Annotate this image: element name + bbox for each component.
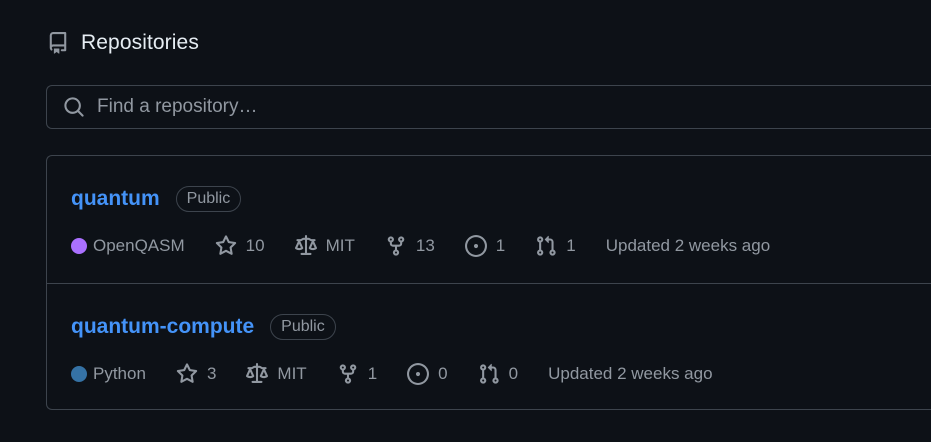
star-count: 10 — [245, 236, 265, 255]
repo-search-input[interactable] — [97, 96, 931, 118]
pull-request-count: 0 — [508, 364, 519, 383]
issue-icon — [407, 363, 430, 385]
updated-time: Updated 2 weeks ago — [548, 364, 713, 383]
fork-icon — [339, 364, 356, 384]
repo-stars[interactable]: 3 — [176, 363, 216, 385]
repo-name-link[interactable]: quantum-compute — [71, 315, 254, 339]
issue-icon — [464, 235, 487, 257]
license-label: MIT — [277, 364, 307, 383]
fork-count: 13 — [415, 236, 435, 255]
repo-meta: OpenQASM 10 MIT 13 1 1 Updated 2 weeks a… — [71, 234, 770, 258]
star-count: 3 — [206, 364, 217, 383]
license-label: MIT — [325, 236, 355, 255]
search-icon — [64, 97, 84, 117]
repo-search-box[interactable] — [46, 85, 931, 129]
language-color-dot — [71, 238, 87, 254]
repo-icon — [49, 32, 67, 54]
repositories-page: Repositories quantum Public OpenQASM 10 — [0, 0, 931, 442]
repo-forks[interactable]: 13 — [385, 235, 435, 257]
page-title: Repositories — [81, 31, 199, 54]
pull-request-count: 1 — [566, 236, 576, 255]
repo-item: quantum Public OpenQASM 10 MIT 13 1 1 Up… — [47, 156, 931, 283]
pull-request-icon — [537, 235, 556, 256]
issue-count: 0 — [438, 364, 448, 383]
repo-list: quantum Public OpenQASM 10 MIT 13 1 1 Up… — [46, 155, 931, 410]
language-label: Python — [93, 364, 146, 383]
law-icon — [246, 363, 269, 383]
repo-pull-requests[interactable]: 1 — [535, 235, 576, 257]
repo-meta: Python 3 MIT 1 0 0 Updated 2 weeks ago — [71, 362, 713, 386]
language-color-dot — [71, 366, 87, 382]
repo-title-row: quantum Public — [71, 186, 242, 212]
repo-license: MIT — [246, 363, 307, 385]
visibility-badge: Public — [270, 314, 336, 340]
language-label: OpenQASM — [93, 236, 185, 255]
star-icon — [215, 235, 236, 255]
repo-issues[interactable]: 0 — [407, 363, 448, 385]
repo-title-row: quantum-compute Public — [71, 314, 336, 340]
repo-name-link[interactable]: quantum — [71, 187, 160, 211]
issue-count: 1 — [495, 236, 506, 255]
repo-item: quantum-compute Public Python 3 MIT 1 0 … — [47, 283, 931, 410]
repositories-header: Repositories — [47, 31, 199, 55]
updated-time: Updated 2 weeks ago — [605, 236, 771, 255]
visibility-badge: Public — [175, 186, 242, 212]
law-icon — [294, 235, 317, 255]
star-icon — [176, 363, 198, 383]
pull-request-icon — [479, 363, 499, 384]
repo-forks[interactable]: 1 — [337, 363, 377, 385]
repo-language: OpenQASM — [71, 236, 185, 256]
repo-stars[interactable]: 10 — [215, 235, 265, 257]
fork-icon — [387, 236, 405, 256]
repo-pull-requests[interactable]: 0 — [478, 363, 518, 385]
repo-language: Python — [71, 364, 146, 384]
repo-issues[interactable]: 1 — [464, 235, 506, 257]
repo-license: MIT — [294, 235, 355, 257]
fork-count: 1 — [367, 364, 378, 383]
